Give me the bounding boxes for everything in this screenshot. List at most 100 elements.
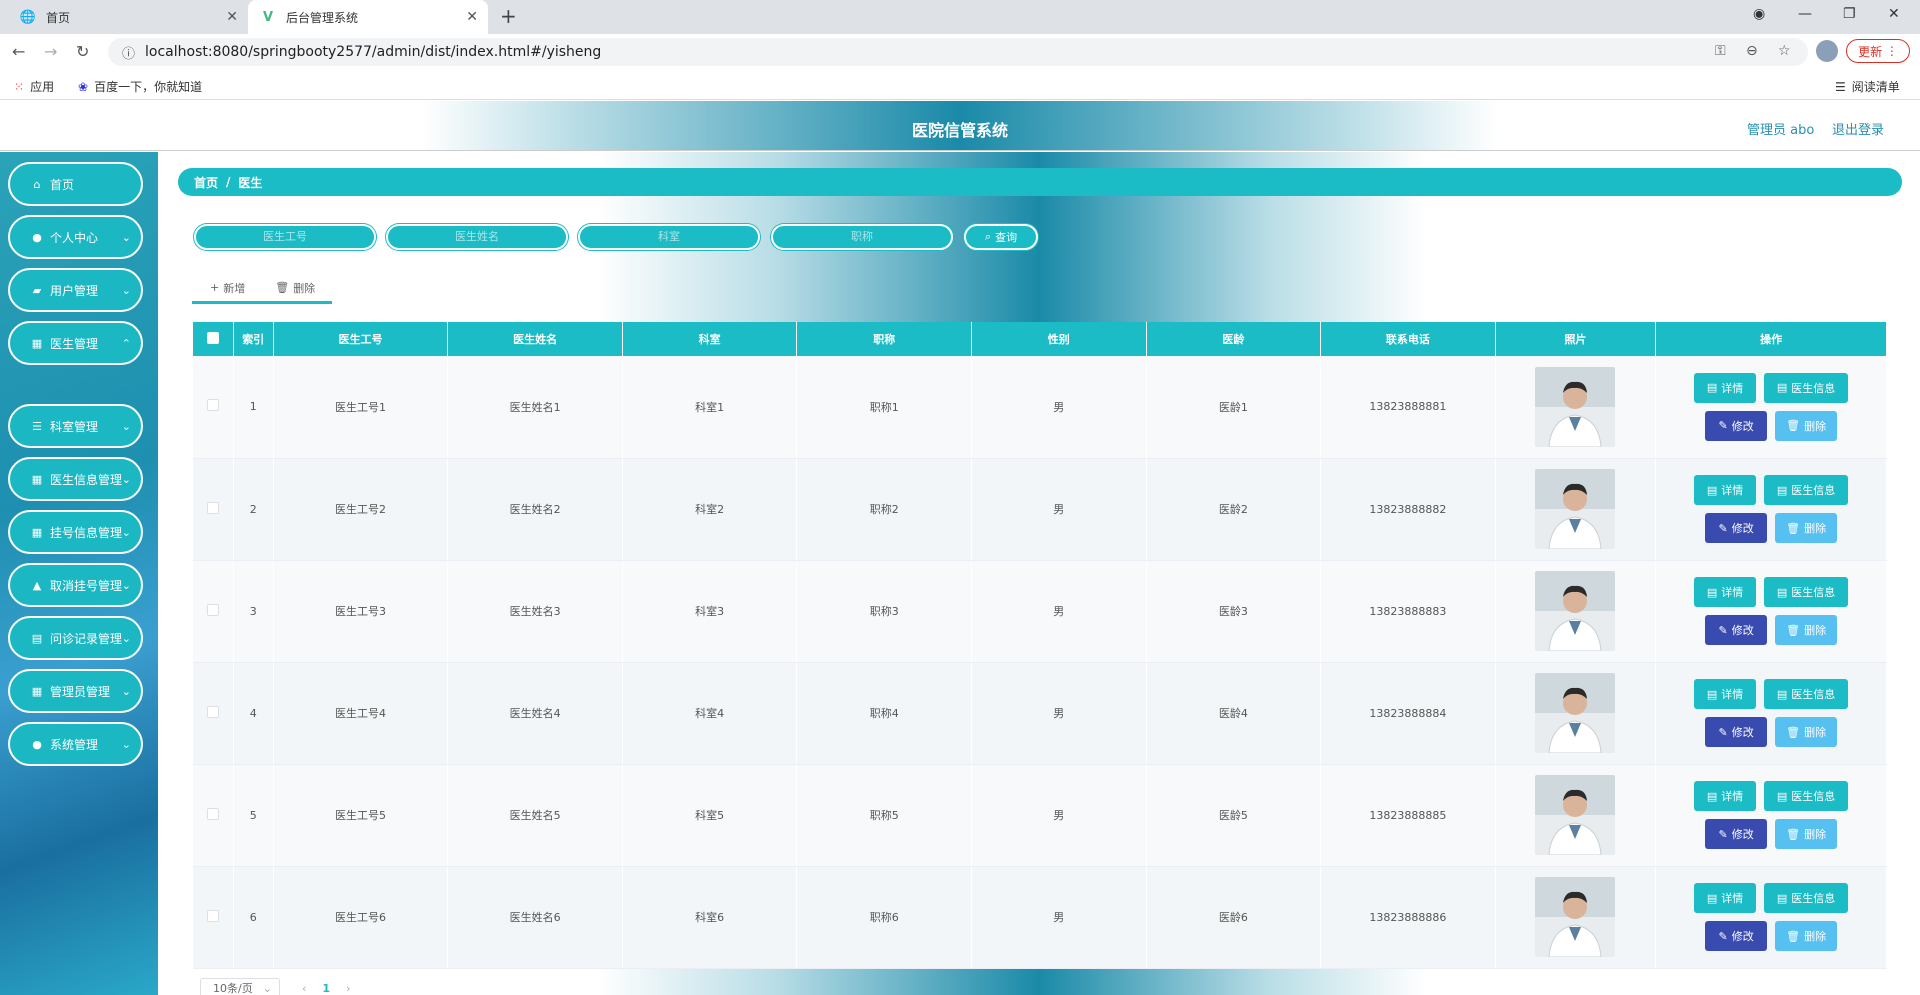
photo-cell — [1495, 764, 1657, 867]
forward-icon[interactable]: → — [44, 42, 57, 61]
logout-link[interactable]: 退出登录 — [1832, 119, 1884, 138]
phone-cell: 13823888884 — [1320, 662, 1496, 765]
department-cell: 科室4 — [622, 662, 798, 765]
current-user[interactable]: 管理员 abo — [1747, 119, 1814, 138]
browser-tab-admin[interactable]: V 后台管理系统 ✕ — [248, 0, 488, 34]
delete-button[interactable]: 🗑 删除 — [1775, 717, 1838, 747]
delete-button[interactable]: 🗑 删除 — [1775, 615, 1838, 645]
bookmark-apps[interactable]: ⁙ 应用 — [14, 78, 54, 95]
zoom-icon[interactable]: ⊖ — [1746, 43, 1758, 59]
sidebar-item-doctor-info[interactable]: ▦ 医生信息管理 ⌄ — [8, 457, 143, 501]
row-checkbox[interactable] — [206, 603, 219, 616]
search-button[interactable]: ⌕ 查询 — [964, 224, 1038, 250]
doctor-photo[interactable] — [1535, 775, 1616, 855]
doctor-photo[interactable] — [1535, 673, 1616, 753]
delete-button[interactable]: 🗑 删除 — [1775, 410, 1838, 441]
edit-button[interactable]: ✎ 修改 — [1705, 513, 1768, 543]
doctor-info-button[interactable]: ▤ 医生信息 — [1764, 372, 1849, 403]
close-icon[interactable]: ✕ — [466, 9, 478, 25]
edit-button[interactable]: ✎ 修改 — [1705, 410, 1768, 441]
page-size-select[interactable]: 10条/页 ⌄ — [200, 978, 280, 995]
new-tab-icon[interactable]: + — [500, 4, 517, 28]
row-select-cell[interactable] — [193, 764, 234, 867]
window-close-icon[interactable]: ✕ — [1888, 6, 1900, 22]
reload-icon[interactable]: ↻ — [76, 42, 89, 61]
doctor-name-input[interactable] — [386, 224, 568, 250]
doctor-id-input[interactable] — [194, 224, 376, 250]
detail-button[interactable]: ▤ 详情 — [1694, 475, 1757, 505]
back-icon[interactable]: ← — [12, 42, 25, 61]
select-all-header[interactable] — [193, 322, 234, 356]
detail-button[interactable]: ▤ 详情 — [1694, 577, 1757, 607]
prev-page-icon[interactable]: ‹ — [302, 982, 306, 995]
info-icon[interactable]: ⓘ — [122, 43, 135, 62]
minimize-icon[interactable]: — — [1798, 6, 1812, 22]
edit-button[interactable]: ✎ 修改 — [1705, 921, 1768, 951]
detail-button[interactable]: ▤ 详情 — [1694, 679, 1757, 709]
edit-button[interactable]: ✎ 修改 — [1705, 819, 1768, 849]
row-checkbox[interactable] — [206, 399, 219, 412]
sidebar-item-home[interactable]: ⌂ 首页 — [8, 162, 143, 206]
sidebar-item-users[interactable]: ▰ 用户管理 ⌄ — [8, 268, 143, 312]
sidebar-item-departments[interactable]: ☰ 科室管理 ⌄ — [8, 404, 143, 448]
row-select-cell[interactable] — [193, 866, 234, 969]
doctor-info-button[interactable]: ▤ 医生信息 — [1764, 475, 1849, 505]
doctor-photo[interactable] — [1535, 571, 1616, 651]
delete-button[interactable]: 🗑 删除 — [1775, 513, 1838, 543]
detail-button[interactable]: ▤ 详情 — [1694, 883, 1757, 913]
row-select-cell[interactable] — [193, 560, 234, 663]
row-select-cell[interactable] — [193, 356, 234, 459]
app-title: 医院信管系统 — [911, 121, 1008, 140]
row-select-cell[interactable] — [193, 458, 234, 561]
sidebar-item-admins[interactable]: ▦ 管理员管理 ⌄ — [8, 669, 143, 713]
doctor-info-button[interactable]: ▤ 医生信息 — [1764, 577, 1849, 607]
row-checkbox[interactable] — [206, 807, 219, 820]
doctor-info-button[interactable]: ▤ 医生信息 — [1764, 679, 1849, 709]
sidebar-item-profile[interactable]: ● 个人中心 ⌄ — [8, 215, 143, 259]
doctor-photo[interactable] — [1535, 877, 1616, 957]
sidebar-item-system[interactable]: ● 系统管理 ⌄ — [8, 722, 143, 766]
reading-list[interactable]: ☰ 阅读清单 — [1835, 78, 1900, 95]
sidebar-item-cancel-registration[interactable]: ▲ 取消挂号管理 ⌄ — [8, 563, 143, 607]
doctor-id-cell: 医生工号1 — [273, 356, 449, 459]
department-input[interactable] — [578, 224, 760, 250]
detail-button[interactable]: ▤ 详情 — [1694, 372, 1757, 403]
doctor-info-button[interactable]: ▤ 医生信息 — [1764, 781, 1849, 811]
doctor-photo[interactable] — [1535, 366, 1616, 447]
row-select-cell[interactable] — [193, 662, 234, 765]
edit-button[interactable]: ✎ 修改 — [1705, 615, 1768, 645]
browser-tab-home[interactable]: 🌐 首页 ✕ — [8, 0, 248, 34]
row-checkbox[interactable] — [206, 501, 219, 514]
sidebar-item-consultation[interactable]: ▤ 问诊记录管理 ⌄ — [8, 616, 143, 660]
row-checkbox[interactable] — [206, 909, 219, 922]
restore-icon[interactable]: ❐ — [1843, 6, 1856, 22]
document-icon: ▤ — [1706, 585, 1718, 599]
doctor-photo[interactable] — [1535, 469, 1616, 549]
delete-button[interactable]: 🗑 删除 — [1775, 921, 1838, 951]
title-cell: 职称3 — [796, 560, 972, 663]
detail-label: 详情 — [1721, 381, 1744, 395]
url-bar[interactable]: ⓘ localhost:8080/springbooty2577/admin/d… — [108, 38, 1808, 66]
batch-delete-button[interactable]: 🗑 删除 — [275, 280, 315, 296]
breadcrumb-home[interactable]: 首页 — [194, 174, 218, 191]
select-all-checkbox[interactable] — [206, 331, 219, 344]
update-button[interactable]: 更新 ⋮ — [1846, 39, 1910, 63]
next-page-icon[interactable]: › — [346, 982, 350, 995]
tab-search-icon[interactable]: ◉ — [1753, 6, 1765, 22]
page-number[interactable]: 1 — [322, 982, 330, 995]
close-icon[interactable]: ✕ — [226, 9, 238, 25]
star-icon[interactable]: ☆ — [1778, 43, 1791, 59]
sidebar-item-registration[interactable]: ▦ 挂号信息管理 ⌄ — [8, 510, 143, 554]
title-input[interactable] — [771, 224, 953, 250]
profile-avatar[interactable] — [1816, 40, 1838, 62]
detail-button[interactable]: ▤ 详情 — [1694, 781, 1757, 811]
row-checkbox[interactable] — [206, 705, 219, 718]
doctor-info-button[interactable]: ▤ 医生信息 — [1764, 883, 1849, 913]
bookmark-baidu[interactable]: ❀ 百度一下，你就知道 — [78, 78, 202, 95]
doctor-name-cell: 医生姓名1 — [447, 356, 623, 459]
add-button[interactable]: + 新增 — [210, 280, 245, 296]
edit-button[interactable]: ✎ 修改 — [1705, 717, 1768, 747]
sidebar-item-doctors[interactable]: ▦ 医生管理 ⌃ — [8, 321, 143, 365]
key-icon[interactable]: ⚿ — [1715, 43, 1726, 59]
delete-button[interactable]: 🗑 删除 — [1775, 819, 1838, 849]
